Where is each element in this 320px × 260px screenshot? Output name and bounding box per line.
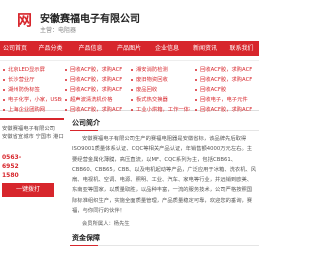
link-item[interactable]: 回收ACF胶，求购ACF — [64, 75, 124, 85]
site-header: 网 安徽赛福电子有限公司 主营：电阻器 — [0, 0, 259, 38]
phone-prefix: 0563- — [2, 154, 22, 161]
contact-panel: 安徽赛福电子有限公司 安徽省宣城市 宁国市 港口镇山泉开发区 0563- 695… — [0, 118, 64, 260]
about-title: 公司简介 — [70, 118, 259, 131]
nav-item-images[interactable]: 产品图片 — [110, 41, 148, 56]
friend-links: 北京LED显示屏 长沙营业厅 湖州防伪标签 电子化学，小家，USB线 上海企业团… — [0, 60, 259, 113]
link-item[interactable]: 废旧物资回收 — [130, 75, 190, 85]
nav-item-news[interactable]: 新闻资讯 — [186, 41, 224, 56]
nav-item-products[interactable]: 产品信息 — [71, 41, 110, 56]
about-body: 安徽赛福电子有限公司生产的赛福电阻器是安徽省标，该品牌先后取得ISO9001质量… — [72, 136, 257, 215]
company-address: 安徽省宣城市 宁国市 港口镇山泉开发区 — [2, 134, 64, 140]
link-column-3: 湘安消防检测 废旧物资回收 废品回收 板式热交换器 工业小烘箱，工作一体机 — [130, 65, 190, 115]
site-subtitle: 主营：电阻器 — [40, 27, 77, 34]
link-item[interactable]: 回收电子，电子元件 — [194, 95, 258, 105]
about-panel: 公司简介 安徽赛福电子有限公司生产的赛福电阻器是安徽省标，该品牌先后取得ISO9… — [70, 118, 259, 260]
link-item[interactable]: 北京LED显示屏 — [2, 65, 62, 75]
link-item[interactable]: 工业小烘箱，工作一体机 — [130, 105, 190, 115]
nav-item-home[interactable]: 公司首页 — [0, 41, 30, 56]
link-item[interactable]: 回收ACF胶，求购ACF — [64, 105, 124, 115]
main-nav: 公司首页 产品分类 产品信息 产品图片 企业信息 新闻资讯 联系我们 — [0, 41, 259, 56]
link-item[interactable]: 上海企业团购网 — [2, 105, 62, 115]
call-button[interactable]: 一键拨打 — [2, 183, 54, 197]
nav-item-categories[interactable]: 产品分类 — [30, 41, 71, 56]
link-item[interactable]: 回收ACF胶，求购ACF — [194, 75, 258, 85]
contact-panel-accent — [0, 118, 64, 120]
link-item[interactable]: 回收ACF胶，求购ACF — [194, 65, 258, 75]
page: 网 安徽赛福电子有限公司 主营：电阻器 公司首页 产品分类 产品信息 产品图片 … — [0, 0, 259, 260]
site-logo[interactable]: 网 — [0, 9, 34, 31]
link-column-1: 北京LED显示屏 长沙营业厅 湖州防伪标签 电子化学，小家，USB线 上海企业团… — [2, 65, 62, 115]
site-title: 安徽赛福电子有限公司 — [40, 14, 140, 25]
link-item[interactable]: 电子化学，小家，USB线 — [2, 95, 62, 105]
link-item[interactable]: 湖州防伪标签 — [2, 85, 62, 95]
link-item[interactable]: 回收ACF胶，求购ACF — [64, 85, 124, 95]
link-item[interactable]: 废品回收 — [130, 85, 190, 95]
link-column-2: 回收ACF胶，求购ACF 回收ACF胶，求购ACF 回收ACF胶，求购ACF 超… — [64, 65, 124, 115]
about-contact-person: 会员所属人：杨先生 — [82, 221, 130, 228]
company-name: 安徽赛福电子有限公司 — [2, 126, 55, 132]
link-column-4: 回收ACF胶，求购ACF 回收ACF胶，求购ACF 回收ACF胶 回收电子，电子… — [194, 65, 258, 115]
link-item[interactable]: 回收ACF胶，求购ACF — [194, 105, 258, 115]
link-item[interactable]: 长沙营业厅 — [2, 75, 62, 85]
link-item[interactable]: 板式热交换器 — [130, 95, 190, 105]
phone-suffix: 6952 — [2, 163, 19, 170]
section-title: 资金保障 — [70, 233, 259, 246]
link-item[interactable]: 回收ACF胶 — [194, 85, 258, 95]
link-item[interactable]: 湘安消防检测 — [130, 65, 190, 75]
link-item[interactable]: 回收ACF胶，求购ACF — [64, 65, 124, 75]
nav-item-contact[interactable]: 联系我们 — [224, 41, 259, 56]
logo-text: 网 — [16, 11, 32, 29]
nav-item-company[interactable]: 企业信息 — [148, 41, 186, 56]
mobile-number: 1580 — [2, 172, 19, 179]
link-item[interactable]: 超声波清洗机价格 — [64, 95, 124, 105]
